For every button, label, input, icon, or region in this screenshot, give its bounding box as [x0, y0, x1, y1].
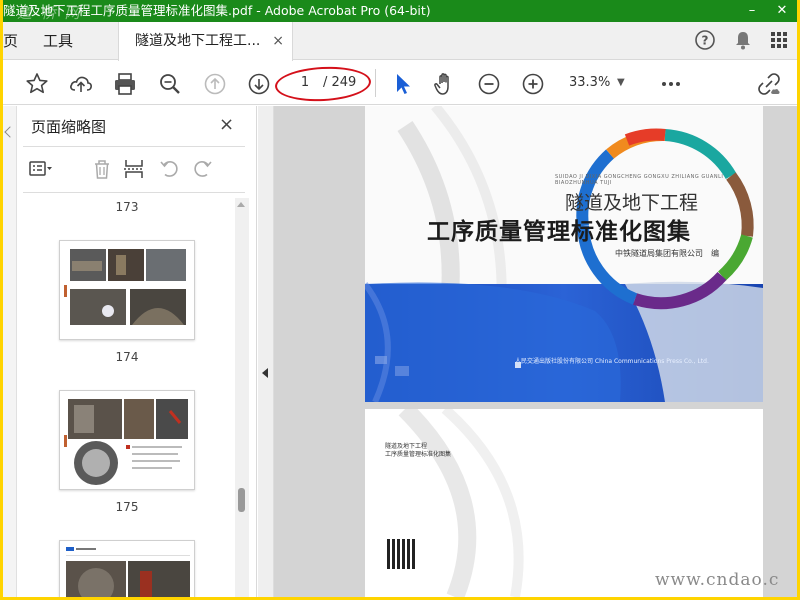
thumbnail-photos [66, 547, 190, 597]
window-close-icon[interactable]: ✕ [767, 0, 797, 22]
bookmark-star-icon[interactable] [23, 70, 51, 98]
extract-page-icon[interactable] [121, 156, 147, 182]
page-number-input[interactable]: 1 [287, 72, 323, 94]
right-panel-strip[interactable] [258, 106, 274, 597]
thumbnail-page-number: 173 [115, 200, 139, 214]
page-thumbnail[interactable] [59, 390, 195, 490]
collapse-arrow-icon[interactable] [4, 126, 16, 138]
acrobat-window: 隧道及地下工程工序质量管理标准化图集.pdf - Adobe Acrobat P… [3, 0, 797, 597]
page-thumbnails-panel: 页面缩略图 × 173 174 175 [3, 106, 257, 597]
cover-title: 工序质量管理标准化图集 [427, 219, 691, 245]
page2-artwork [398, 409, 524, 597]
minimize-icon[interactable]: – [737, 0, 767, 22]
help-icon[interactable]: ? [693, 29, 717, 53]
panel-divider [23, 146, 245, 147]
panel-close-icon[interactable]: × [219, 114, 234, 135]
upload-cloud-icon[interactable] [67, 70, 95, 98]
page-thumbnail[interactable] [59, 240, 195, 340]
rotate-right-icon[interactable] [189, 156, 215, 182]
cover-subtitle: 隧道及地下工程 [565, 192, 699, 214]
thumbnail-page-number: 175 [115, 500, 139, 514]
rotate-left-icon[interactable] [157, 156, 183, 182]
panel-title: 页面缩略图 [31, 118, 107, 136]
cover-pinyin: SUIDAO JI DIXIA GONGCHENG GONGXU ZHILIAN… [555, 174, 724, 186]
zoom-dropdown-icon[interactable]: ▼ [617, 72, 625, 94]
print-icon[interactable] [111, 70, 139, 98]
select-cursor-icon[interactable] [389, 70, 417, 98]
document-page-cover[interactable]: SUIDAO JI DIXIA GONGCHENG GONGXU ZHILIAN… [365, 106, 763, 402]
share-link-icon[interactable] [755, 70, 783, 98]
panel-toolbar-divider [23, 192, 245, 193]
tab-bar: 页 工具 隧道及地下工程工... × ? [3, 22, 797, 61]
zoom-out-icon[interactable] [475, 70, 503, 98]
next-page-icon[interactable] [245, 70, 273, 98]
scroll-up-icon[interactable] [237, 202, 245, 207]
zoom-in-icon[interactable] [519, 70, 547, 98]
thumbnail-options-icon[interactable] [27, 156, 53, 182]
thumbnail-photos [64, 249, 186, 325]
thumbnails-scrollbar[interactable] [235, 198, 249, 597]
bell-icon[interactable] [731, 29, 755, 53]
main-toolbar: 1 / 249 33.3% ▼ [3, 61, 797, 105]
hand-tool-icon[interactable] [431, 70, 459, 98]
site-watermark-url: www.cndao.c [655, 570, 780, 590]
cover-press: 人民交通出版社股份有限公司 China Communications Press… [515, 358, 709, 365]
site-watermark: 道 桥 网 [17, 4, 82, 22]
panel-collapse-strip[interactable] [3, 106, 17, 597]
delete-page-icon[interactable] [89, 156, 115, 182]
previous-page-icon[interactable] [201, 70, 229, 98]
page-total: / 249 [323, 75, 357, 90]
tab-close-icon[interactable]: × [272, 22, 284, 60]
qr-code [387, 539, 417, 569]
toolbar-separator [375, 69, 376, 97]
tab-document-label: 隧道及地下工程工... [135, 33, 261, 49]
zoom-out-search-icon[interactable] [156, 70, 184, 98]
expand-panel-icon[interactable] [262, 368, 268, 378]
svg-text:?: ? [702, 34, 709, 48]
more-tools-icon[interactable] [657, 70, 685, 98]
thumbnail-page-number: 174 [115, 350, 139, 364]
thumbnail-photos [64, 399, 188, 485]
title-bar: 隧道及地下工程工序质量管理标准化图集.pdf - Adobe Acrobat P… [3, 0, 797, 22]
document-page-2[interactable]: 隧道及地下工程 工序质量管理标准化图集 [365, 409, 763, 597]
tab-home[interactable]: 页 [3, 22, 23, 60]
apps-grid-icon[interactable] [767, 29, 791, 53]
tab-tools[interactable]: 工具 [43, 22, 83, 60]
zoom-level-select[interactable]: 33.3% [569, 72, 610, 94]
cover-publisher: 中铁隧道局集团有限公司 编 [615, 249, 719, 258]
document-view: SUIDAO JI DIXIA GONGCHENG GONGXU ZHILIAN… [258, 106, 797, 597]
tab-document[interactable]: 隧道及地下工程工... × [118, 22, 293, 61]
page2-title-line2: 工序质量管理标准化图集 [385, 451, 452, 458]
page-thumbnail[interactable] [59, 540, 195, 597]
scrollbar-thumb[interactable] [238, 488, 245, 512]
